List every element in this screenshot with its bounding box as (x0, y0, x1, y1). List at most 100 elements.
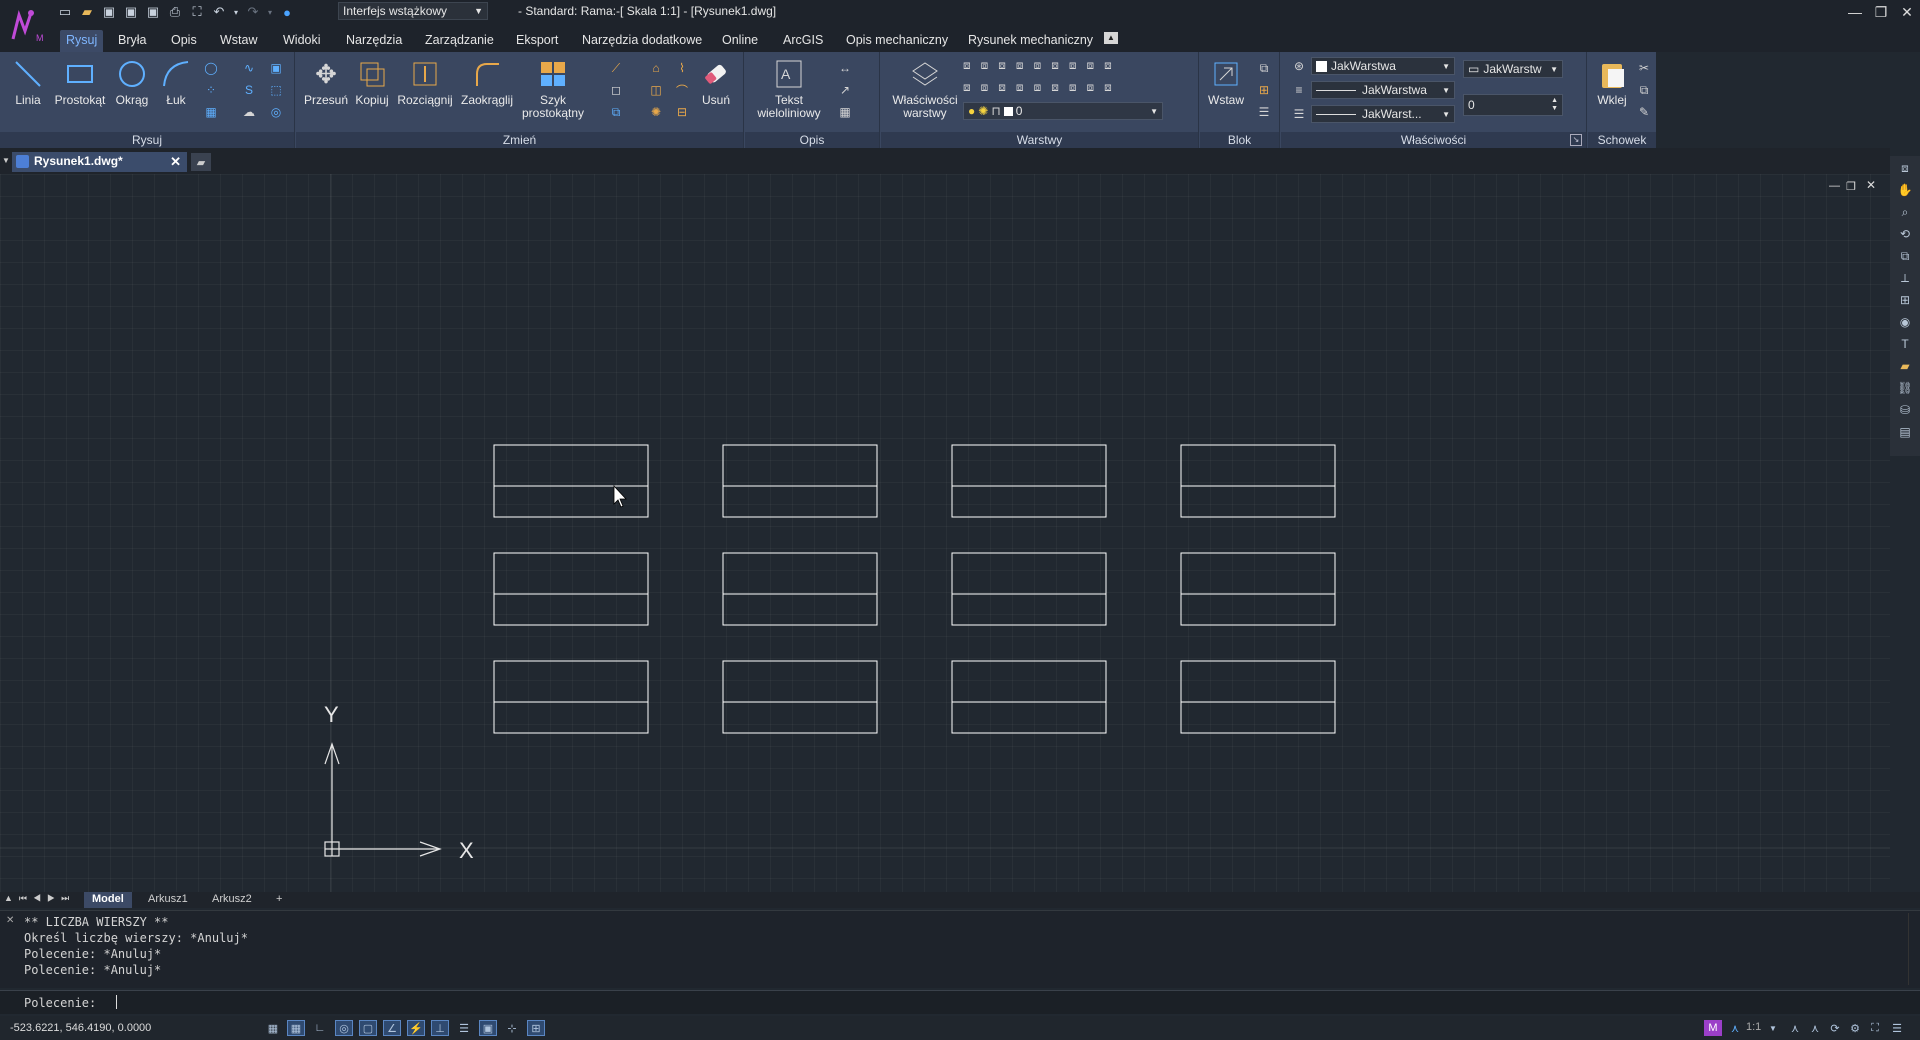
fillet-button[interactable]: Zaokrąglij (458, 58, 516, 107)
lineweight-toggle-icon[interactable]: ☰ (455, 1020, 473, 1036)
ortho-icon[interactable]: ∟ (311, 1020, 329, 1036)
layer-tool-icon[interactable]: ⧈ (1086, 80, 1094, 98)
settings-icon[interactable]: ⚙ (1846, 1020, 1864, 1036)
customize-menu-icon[interactable]: ☰ (1888, 1020, 1906, 1036)
copy-clip-icon[interactable]: ⧉ (1636, 82, 1652, 98)
grid-display-icon[interactable]: ▦ (264, 1020, 282, 1036)
tab-widoki[interactable]: Widoki (277, 30, 327, 52)
save-icon[interactable]: ▣ (100, 3, 118, 21)
app-logo-icon[interactable]: M (4, 2, 50, 48)
drawing-canvas[interactable]: — ❐ ✕ Y X (0, 174, 1890, 900)
layer-tool-icon[interactable]: ⧈ (1104, 58, 1112, 76)
grid-tool-icon[interactable]: ⊞ (1894, 290, 1916, 310)
tab-rysuj[interactable]: Rysuj (60, 30, 104, 52)
layout-nav-icons[interactable]: ▲⏮◀▶⏭ (4, 893, 75, 904)
layer-tool-icon[interactable]: ⧈ (1086, 58, 1094, 76)
rotate-icon[interactable]: ◻ (608, 82, 624, 98)
tab-bryla[interactable]: Bryła (112, 30, 152, 52)
render-icon[interactable]: ◉ (1894, 312, 1916, 332)
tab-zarzadzanie[interactable]: Zarządzanie (419, 30, 500, 52)
workspace-switch-icon[interactable]: ⟳ (1826, 1020, 1844, 1036)
region-icon[interactable]: ⬚ (268, 82, 284, 98)
database-icon[interactable]: ⛁ (1894, 400, 1916, 420)
table-icon[interactable]: ▦ (837, 104, 853, 120)
layer-properties-button[interactable]: Właściwości warstwy (885, 58, 965, 120)
annotation-monitor-icon[interactable]: ⊞ (527, 1020, 545, 1036)
object-snap-icon[interactable]: ▢ (359, 1020, 377, 1036)
tab-online[interactable]: Online (716, 30, 764, 52)
break-icon[interactable]: ⌇ (674, 60, 690, 76)
array-rectangle[interactable] (493, 660, 649, 734)
lineweight-icon[interactable]: ≡ (1291, 82, 1307, 98)
dynamic-ucs-icon[interactable]: ⚡ (407, 1020, 425, 1036)
leader-icon[interactable]: ↗ (837, 82, 853, 98)
save-all-icon[interactable]: ▣ (144, 3, 162, 21)
zoom-icon[interactable]: ⌕ (1894, 202, 1916, 222)
undo-icon[interactable]: ↶ (210, 3, 228, 21)
array-rectangle[interactable] (1180, 444, 1336, 518)
array-rectangle[interactable] (1180, 552, 1336, 626)
layer-tool-icon[interactable]: ⧈ (1051, 80, 1059, 98)
layer-tool-icon[interactable]: ⧈ (1016, 80, 1024, 98)
redo-icon[interactable]: ↷ (244, 3, 262, 21)
layer-tool-icon[interactable]: ⧉ (1894, 246, 1916, 266)
selection-cycling-icon[interactable]: ⊹ (503, 1020, 521, 1036)
annotation-visibility-icon[interactable]: ⋏ (1786, 1020, 1804, 1036)
pan-icon[interactable]: ✋ (1894, 180, 1916, 200)
tab-arcgis[interactable]: ArcGIS (777, 30, 829, 52)
point-icon[interactable]: ⁘ (203, 82, 219, 98)
arc-button[interactable]: Łuk (156, 58, 196, 107)
layer-tool-icon[interactable]: ⧈ (1051, 58, 1059, 76)
array-rectangle[interactable] (722, 444, 878, 518)
layout-tab-arkusz2[interactable]: Arkusz2 (204, 892, 260, 908)
layer-tool-icon[interactable]: ⧈ (1069, 58, 1077, 76)
collapse-ribbon-icon[interactable]: ▲ (1104, 32, 1118, 44)
text-style-icon[interactable]: T (1894, 334, 1916, 354)
ellipse-icon[interactable]: ◯ (203, 60, 219, 76)
tab-narzedzia[interactable]: Narzędzia (340, 30, 408, 52)
close-tab-icon[interactable]: ✕ (170, 154, 181, 170)
array-rectangle[interactable] (722, 660, 878, 734)
polar-tracking-icon[interactable]: ◎ (335, 1020, 353, 1036)
view-cube-icon[interactable]: ⧈ (1894, 158, 1916, 178)
layer-tool-icon[interactable]: ⧈ (1034, 80, 1042, 98)
line-button[interactable]: Linia (8, 58, 48, 107)
array-rectangle[interactable] (1180, 660, 1336, 734)
panel-expand-icon[interactable]: ↘ (1570, 134, 1582, 146)
document-tab[interactable]: Rysunek1.dwg* ✕ (12, 152, 187, 172)
spinner-icon[interactable]: ▲ ▼ (1551, 97, 1558, 113)
join-icon[interactable]: ⊟ (674, 104, 690, 120)
maximize-icon[interactable]: ❐ (1868, 2, 1894, 22)
workspace-select[interactable]: Interfejs wstążkowy ▼ (338, 2, 488, 20)
layer-tool-icon[interactable]: ⧈ (1104, 80, 1112, 98)
open-icon[interactable]: ▰ (78, 3, 96, 21)
create-block-icon[interactable]: ⧉ (1256, 60, 1272, 76)
transparency-field[interactable]: 0 ▲ ▼ (1463, 94, 1563, 116)
layer-tool-icon[interactable]: ⧈ (998, 58, 1006, 76)
erase-small-icon[interactable]: ⌂ (648, 60, 664, 76)
tab-wstaw[interactable]: Wstaw (214, 30, 264, 52)
match-properties-icon[interactable]: ⊛ (1291, 58, 1307, 74)
layer-tool-icon[interactable]: ⧈ (1034, 58, 1042, 76)
paste-button[interactable]: Wklej (1592, 58, 1632, 107)
trim-icon[interactable]: ⟋ (608, 60, 624, 76)
layer-tool-icon[interactable]: ⧈ (1016, 58, 1024, 76)
tab-rysunek-mechaniczny[interactable]: Rysunek mechaniczny (962, 30, 1099, 52)
move-button[interactable]: ✥ Przesuń (304, 58, 348, 107)
orbit-icon[interactable]: ⟲ (1894, 224, 1916, 244)
layer-tool-icon[interactable]: ⧈ (981, 58, 989, 76)
measure-icon[interactable]: ⟂ (1894, 268, 1916, 288)
copy-button[interactable]: Kopiuj (352, 58, 392, 107)
linetype-icon[interactable]: ☰ (1291, 106, 1307, 122)
print-icon[interactable]: ⎙ (166, 3, 184, 21)
redo-dropdown-icon[interactable]: ▾ (266, 3, 274, 21)
annotation-scale-value[interactable]: 1:1 (1746, 1021, 1761, 1033)
fullscreen-toggle-icon[interactable]: ⛶ (1866, 1020, 1884, 1036)
attribute-icon[interactable]: ☰ (1256, 104, 1272, 120)
stretch-button[interactable]: Rozciągnij (396, 58, 454, 107)
array-rectangle[interactable] (493, 552, 649, 626)
match-icon[interactable]: ✎ (1636, 104, 1652, 120)
undo-dropdown-icon[interactable]: ▾ (232, 3, 240, 21)
dimension-icon[interactable]: ↔ (837, 60, 853, 76)
array-rectangle[interactable] (951, 444, 1107, 518)
